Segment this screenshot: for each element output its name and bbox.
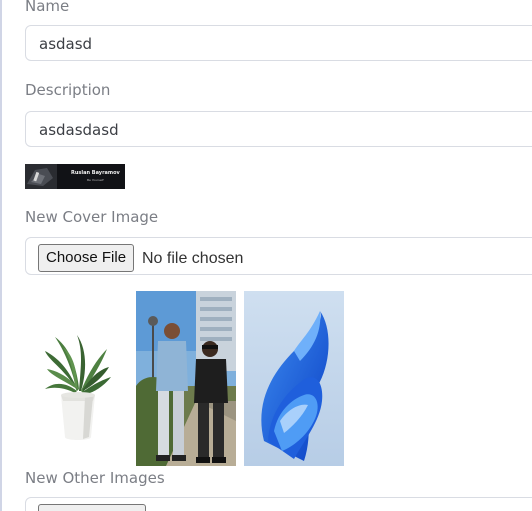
other-image-people bbox=[136, 291, 236, 466]
name-input-value: asdasd bbox=[39, 35, 93, 53]
name-label: Name bbox=[25, 0, 70, 15]
cover-file-input[interactable]: Choose File No file chosen bbox=[25, 237, 532, 275]
new-other-images-label: New Other Images bbox=[25, 469, 165, 487]
description-label: Description bbox=[25, 81, 111, 99]
other-image-plant bbox=[27, 291, 128, 466]
choose-files-button[interactable] bbox=[38, 504, 146, 511]
file-status-text: No file chosen bbox=[142, 250, 244, 267]
edit-form-page: Name asdasd Description asdasdasd Ruslan… bbox=[0, 0, 532, 511]
left-border bbox=[0, 0, 2, 511]
description-input-value: asdasdasd bbox=[39, 121, 119, 139]
other-image-blue-swirl bbox=[244, 291, 344, 466]
name-input[interactable]: asdasd bbox=[25, 25, 532, 61]
description-input[interactable]: asdasdasd bbox=[25, 111, 532, 147]
current-cover-image: Ruslan Bayramov Be Yourself bbox=[25, 164, 125, 189]
cover-thumb-line2: Be Yourself bbox=[87, 178, 104, 182]
cover-thumb-line1: Ruslan Bayramov bbox=[71, 170, 120, 176]
other-images-file-input[interactable] bbox=[25, 497, 532, 511]
new-cover-image-label: New Cover Image bbox=[25, 208, 159, 226]
choose-file-button[interactable]: Choose File bbox=[38, 244, 135, 272]
